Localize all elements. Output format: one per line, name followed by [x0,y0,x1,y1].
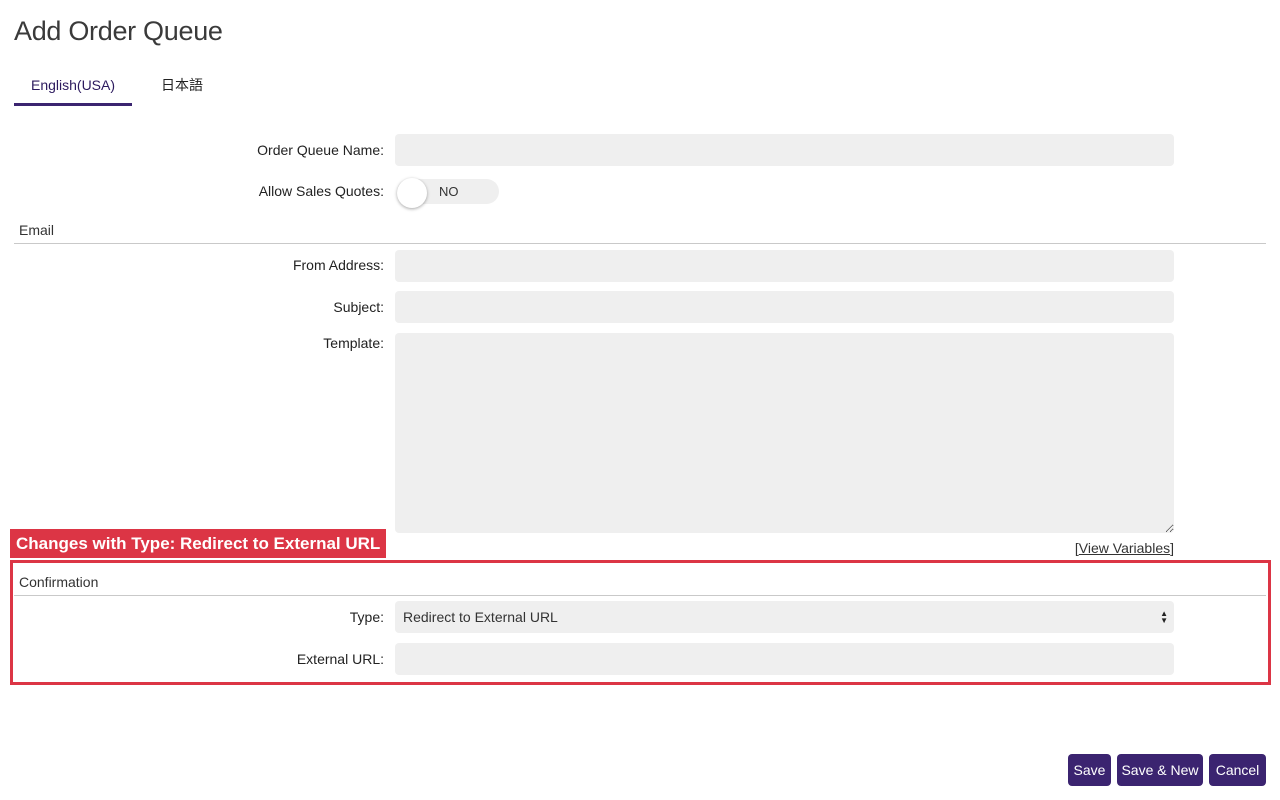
toggle-state-text: NO [439,184,459,199]
allow-sales-quotes-label: Allow Sales Quotes: [258,183,384,199]
template-textarea[interactable] [395,333,1174,533]
subject-input[interactable] [395,291,1174,323]
save-and-new-button[interactable]: Save & New [1117,754,1203,786]
type-select-value: Redirect to External URL [403,609,558,625]
type-select[interactable]: Redirect to External URL ▲ ▼ [395,601,1174,633]
email-section-header: Email [14,220,1266,244]
allow-sales-quotes-toggle[interactable]: NO [397,178,499,208]
page-title: Add Order Queue [14,16,223,46]
view-variables-link[interactable]: View Variables [1079,540,1170,556]
type-label: Type: [349,609,384,625]
toggle-knob [397,178,427,208]
template-label: Template: [323,335,384,351]
view-variables-close-bracket: ] [1170,540,1174,556]
annotation-banner: Changes with Type: Redirect to External … [10,529,387,558]
view-variables: [View Variables] [1075,540,1174,556]
order-queue-name-label: Order Queue Name: [257,142,384,158]
tab-japanese[interactable]: 日本語 [142,70,222,103]
tab-english-usa[interactable]: English(USA) [14,70,132,106]
select-arrows-icon: ▲ ▼ [1160,609,1168,625]
add-order-queue-page: Add Order Queue English(USA) 日本語 Order Q… [0,0,1280,800]
subject-label: Subject: [333,299,384,315]
confirmation-section-header: Confirmation [14,572,1266,596]
order-queue-name-input[interactable] [395,134,1174,166]
cancel-button[interactable]: Cancel [1209,754,1266,786]
from-address-label: From Address: [292,257,384,273]
external-url-input[interactable] [395,643,1174,675]
external-url-label: External URL: [296,651,384,667]
from-address-input[interactable] [395,250,1174,282]
save-button[interactable]: Save [1068,754,1111,786]
